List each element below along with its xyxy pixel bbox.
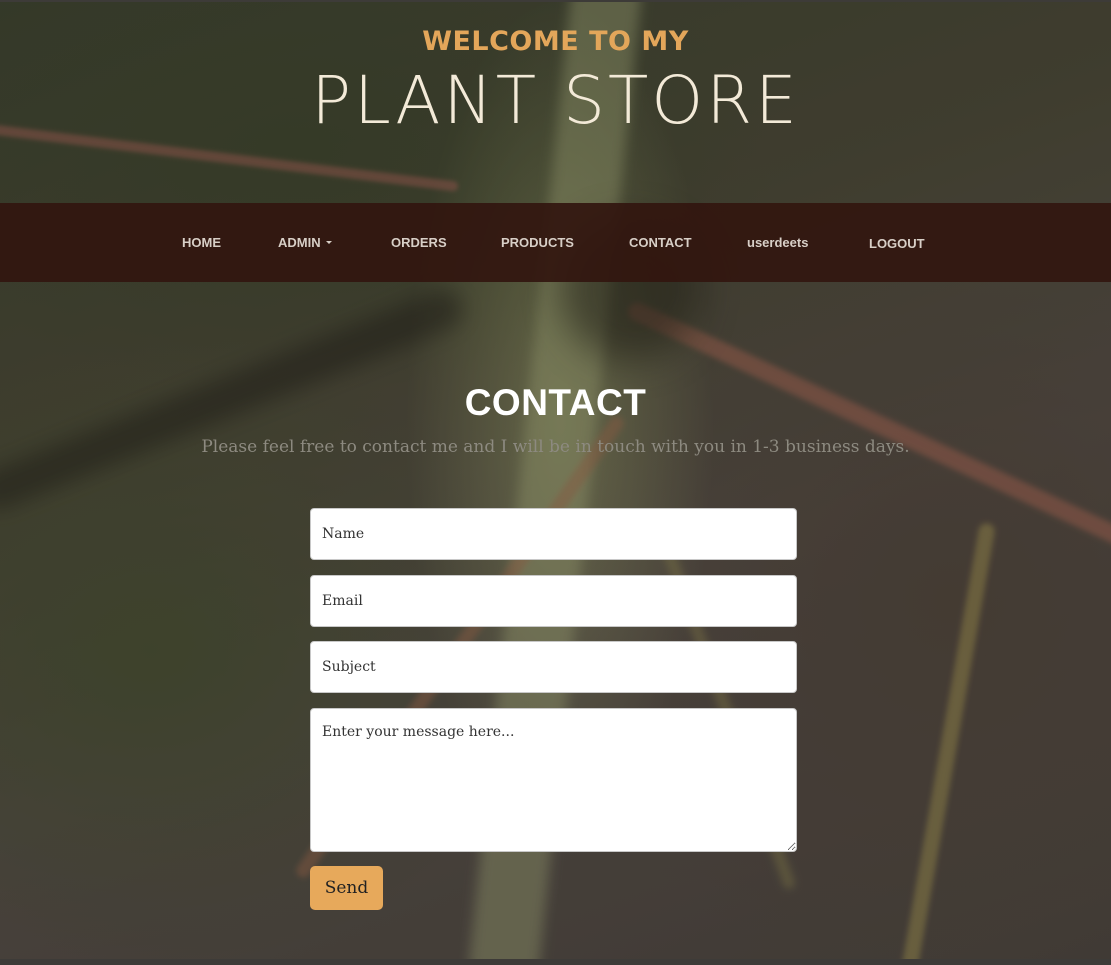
site-header: WELCOME TO MY PLANT STORE xyxy=(0,0,1111,203)
nav-item-contact[interactable]: CONTACT xyxy=(629,235,692,250)
nav-item-logout[interactable]: LOGOUT xyxy=(869,236,925,251)
caret-down-icon xyxy=(325,241,332,244)
store-title: PLANT STORE xyxy=(311,62,800,139)
nav-item-products[interactable]: PRODUCTS xyxy=(501,235,574,250)
welcome-heading: WELCOME TO MY xyxy=(422,26,689,57)
name-input[interactable] xyxy=(310,508,797,560)
page-subtitle: Please feel free to contact me and I wil… xyxy=(201,437,910,457)
send-button[interactable]: Send xyxy=(310,866,383,910)
subject-input[interactable] xyxy=(310,641,797,693)
nav-item-admin-label: ADMIN xyxy=(278,235,321,250)
bottom-border xyxy=(0,959,1111,965)
nav-item-userdeets[interactable]: userdeets xyxy=(747,235,808,250)
nav-item-home[interactable]: HOME xyxy=(182,235,221,250)
main-navigation: HOME ADMIN ORDERS PRODUCTS CONTACT userd… xyxy=(0,203,1111,282)
email-input[interactable] xyxy=(310,575,797,627)
message-textarea[interactable] xyxy=(310,708,797,852)
nav-item-admin[interactable]: ADMIN xyxy=(278,235,332,250)
page-title: CONTACT xyxy=(464,382,647,423)
nav-item-orders[interactable]: ORDERS xyxy=(391,235,447,250)
